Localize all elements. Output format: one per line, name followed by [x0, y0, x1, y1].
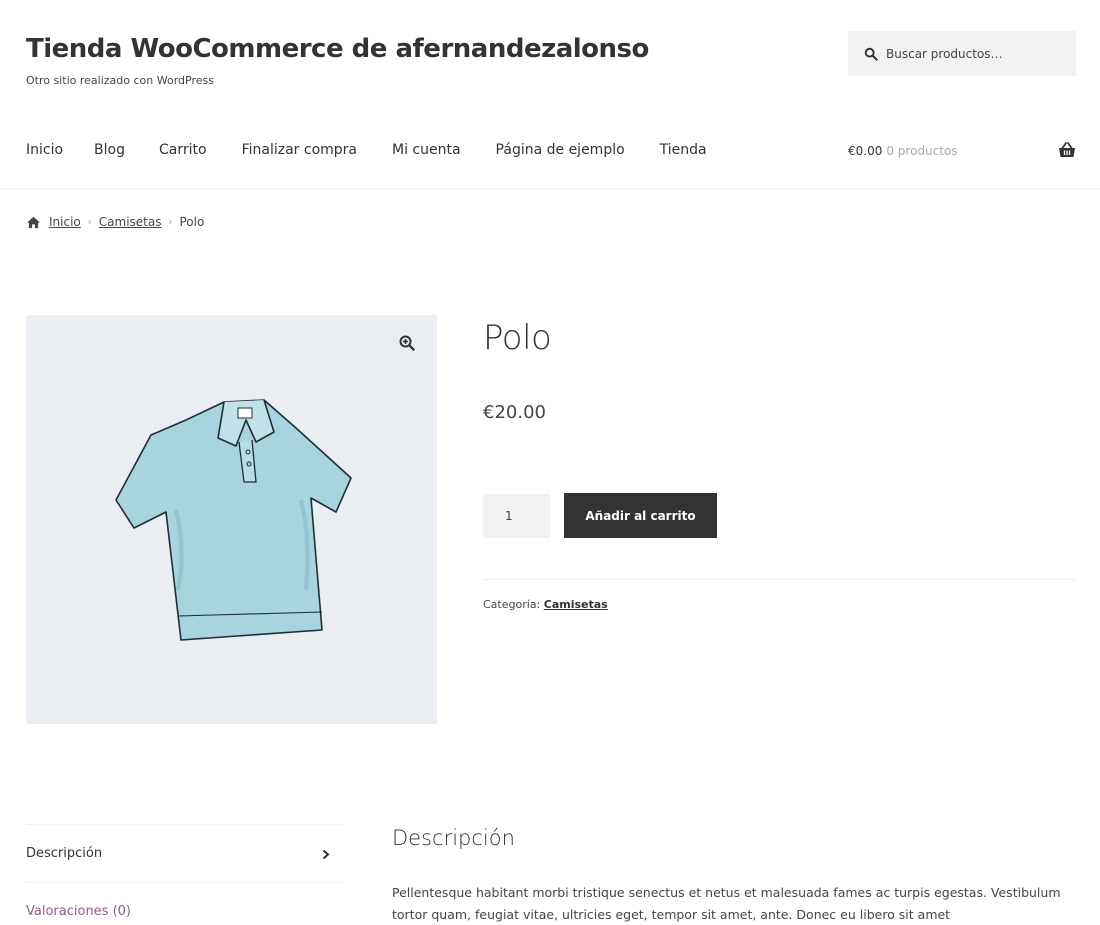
product-tabs: Descripción Valoraciones (0)	[26, 824, 344, 925]
product-meta-divider	[483, 579, 1076, 580]
add-to-cart-button[interactable]: Añadir al carrito	[564, 493, 717, 538]
chevron-right-icon	[322, 849, 330, 860]
site-tagline: Otro sitio realizado con WordPress	[26, 74, 214, 87]
nav-item-blog[interactable]: Blog	[94, 142, 125, 158]
nav-item-inicio[interactable]: Inicio	[26, 142, 63, 158]
tab-label: Valoraciones (0)	[26, 904, 131, 919]
search-box	[848, 31, 1076, 76]
description-text: Pellentesque habitant morbi tristique se…	[392, 885, 1061, 922]
product-meta: Categoría: Camisetas	[483, 598, 608, 611]
header-cart[interactable]: €0.00 0 productos	[848, 144, 958, 158]
cart-count: 0 productos	[886, 144, 958, 158]
search-input[interactable]	[886, 46, 1076, 61]
nav-item-mi-cuenta[interactable]: Mi cuenta	[392, 142, 461, 158]
breadcrumb-separator: ›	[168, 216, 173, 228]
breadcrumb-current: Polo	[179, 215, 205, 229]
nav-item-tienda[interactable]: Tienda	[660, 142, 707, 158]
product-price: €20.00	[483, 402, 546, 423]
description-heading: Descripción	[392, 826, 515, 850]
nav-item-pagina-de-ejemplo[interactable]: Página de ejemplo	[496, 142, 625, 158]
breadcrumb: Inicio › Camisetas › Polo	[26, 215, 204, 229]
category-link[interactable]: Camisetas	[544, 598, 608, 611]
tab-descripcion[interactable]: Descripción	[26, 824, 344, 882]
nav-item-carrito[interactable]: Carrito	[159, 142, 207, 158]
cart-amount: €0.00	[848, 144, 883, 158]
home-icon	[27, 216, 40, 228]
product-image-polo-shirt	[115, 399, 352, 641]
primary-nav: Inicio Blog Carrito Finalizar compra Mi …	[26, 142, 707, 158]
product-gallery[interactable]	[26, 315, 437, 724]
category-label: Categoría:	[483, 598, 541, 611]
quantity-input[interactable]	[483, 494, 550, 538]
breadcrumb-category-link[interactable]: Camisetas	[99, 215, 162, 229]
search-icon	[864, 47, 878, 61]
basket-icon[interactable]	[1058, 141, 1076, 159]
zoom-icon[interactable]	[399, 335, 415, 351]
breadcrumb-home-link[interactable]: Inicio	[49, 215, 81, 229]
tab-label: Descripción	[26, 846, 103, 861]
tab-valoraciones[interactable]: Valoraciones (0)	[26, 882, 344, 925]
site-title[interactable]: Tienda WooCommerce de afernandezalonso	[26, 34, 649, 64]
product-title: Polo	[483, 318, 552, 358]
header-divider	[0, 188, 1100, 189]
nav-item-finalizar-compra[interactable]: Finalizar compra	[242, 142, 357, 158]
breadcrumb-separator: ›	[87, 216, 92, 228]
